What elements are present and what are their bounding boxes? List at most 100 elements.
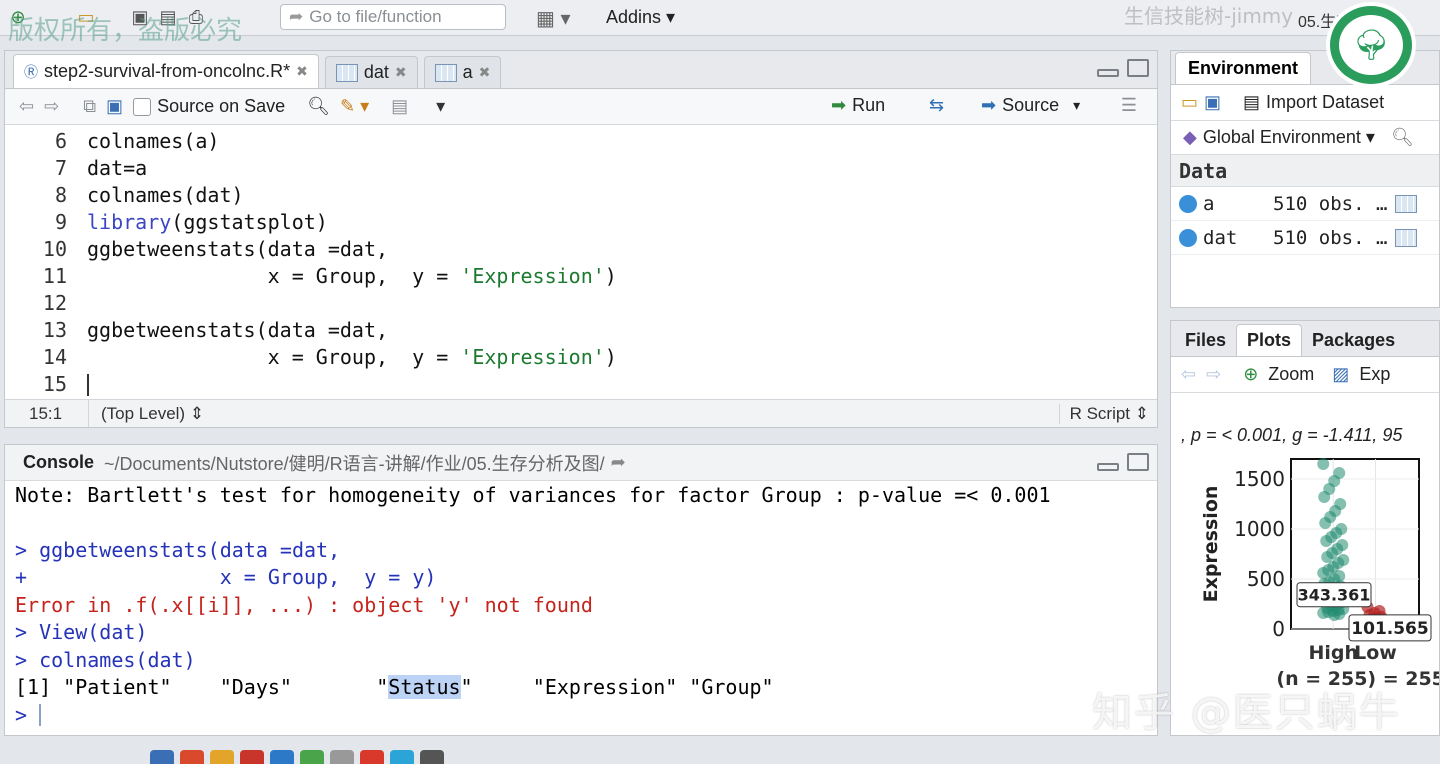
prev-plot-icon[interactable]: ⇦ [1181, 364, 1196, 385]
env-row[interactable]: a 510 obs. … [1171, 187, 1439, 221]
line-number: 9 [54, 209, 67, 234]
editor-toolbar: ⇦ ⇨ ⧉ ▣ Source on Save 🔍︎ ✎ ▾ ▤ ▾ ➡ Run … [5, 89, 1157, 125]
dock-app-icon[interactable] [420, 750, 444, 764]
expand-icon[interactable] [1179, 194, 1197, 213]
console-line: [1] "Patient" "Days" " Status " "Expressio… [15, 675, 774, 700]
code-tools-wand-icon[interactable]: ✎ ▾ [340, 96, 369, 117]
compile-report-icon[interactable]: ▤ [391, 96, 408, 117]
tab-plots[interactable]: Plots [1236, 324, 1303, 356]
open-project-icon[interactable]: ▭ [72, 6, 100, 30]
code-line[interactable]: 15 [5, 370, 1157, 397]
console-line: + x = Group, y = y) [15, 565, 437, 590]
view-table-icon[interactable] [1395, 228, 1418, 247]
r-environment-icon: ◆ [1183, 127, 1197, 147]
run-button[interactable]: ➡ Run [831, 95, 885, 116]
goto-placeholder: Go to file/function [309, 7, 442, 26]
close-icon[interactable]: ✖ [395, 64, 407, 81]
code-area[interactable]: 6 colnames(a) 7 dat=a 8 colnames(dat) 9 library… [5, 127, 1157, 399]
mean-label-high: 343.361 [1298, 586, 1371, 605]
maximize-icon[interactable] [1127, 59, 1149, 77]
more-options-icon[interactable]: ▾ [436, 96, 445, 117]
tab-a[interactable]: a ✖ [423, 56, 502, 88]
dock-app-icon[interactable] [390, 750, 414, 764]
env-section-data: Data [1171, 155, 1439, 187]
tab-step2-script[interactable]: Ⓡ step2-survival-from-oncolnc.R* ✖ [13, 54, 319, 88]
y-tick-label: 1500 [1234, 467, 1285, 491]
file-type-selector[interactable]: R Script ⇕ [1058, 404, 1149, 424]
tab-label: a [462, 62, 473, 82]
console-window-controls [1097, 453, 1149, 471]
maximize-icon[interactable] [1127, 453, 1149, 471]
code-line[interactable]: 14 x = Group, y = 'Expression') [5, 343, 1157, 370]
rstudio-window: ⊕ ▭ ▣ ▤ ⎙ ➦ Go to file/function ▦ ▾ Addi… [0, 0, 1440, 764]
zoom-button[interactable]: Zoom [1268, 364, 1314, 385]
source-on-save-checkbox[interactable] [133, 97, 152, 116]
code-line[interactable]: 9 library(ggstatsplot) [5, 208, 1157, 235]
global-environment-dropdown[interactable]: Global Environment ▾ [1203, 127, 1375, 148]
dock-app-icon[interactable] [330, 750, 354, 764]
minimize-icon[interactable] [1097, 69, 1119, 77]
console-pane: Console ~/Documents/Nutstore/健明/R语言-讲解/作… [4, 444, 1158, 736]
code-line[interactable]: 7 dat=a [5, 154, 1157, 181]
console-output[interactable]: Note: Bartlett's test for homogeneity of… [5, 481, 1157, 729]
cursor-position: 15:1 [5, 400, 89, 427]
scope-indicator[interactable]: (Top Level) ⇕ [89, 404, 204, 424]
view-table-icon[interactable] [1395, 194, 1418, 213]
code-text: colnames(dat) [87, 182, 244, 207]
tab-files[interactable]: Files [1175, 324, 1236, 356]
save-all-icon[interactable]: ▤ [154, 6, 182, 30]
code-line[interactable]: 6 colnames(a) [5, 127, 1157, 154]
print-icon[interactable]: ⎙ [182, 6, 210, 30]
load-workspace-icon[interactable]: ▭ [1181, 92, 1198, 113]
code-line[interactable]: 11 x = Group, y = 'Expression') [5, 262, 1157, 289]
forward-arrow-icon[interactable]: ⇨ [44, 96, 59, 117]
source-button[interactable]: ➡ Source ▾ [981, 95, 1080, 116]
back-arrow-icon[interactable]: ⇦ [19, 96, 34, 117]
watermark-top: 生信技能树-jimmy [1124, 4, 1294, 28]
dock-app-icon[interactable] [240, 750, 264, 764]
goto-file-input[interactable]: ➦ Go to file/function [280, 4, 506, 30]
search-icon[interactable]: 🔍︎ [1391, 127, 1414, 148]
env-row[interactable]: dat 510 obs. … [1171, 221, 1439, 255]
close-icon[interactable]: ✖ [479, 64, 491, 81]
minimize-icon[interactable] [1097, 463, 1119, 471]
dock-app-icon[interactable] [360, 750, 384, 764]
console-line: Error in .f(.x[[i]], ...) : object 'y' n… [15, 592, 593, 617]
import-dataset-icon[interactable]: ▤ [1243, 92, 1260, 113]
workspace-panes-icon[interactable]: ▦ ▾ [536, 6, 571, 31]
dock-app-icon[interactable] [210, 750, 234, 764]
dock-app-icon[interactable] [150, 750, 174, 764]
dock-app-icon[interactable] [300, 750, 324, 764]
code-text: colnames(a) [87, 128, 220, 153]
addins-menu[interactable]: Addins ▾ [606, 7, 675, 28]
export-button[interactable]: Exp [1359, 364, 1390, 385]
save-workspace-icon[interactable]: ▣ [1204, 92, 1221, 113]
import-dataset-button[interactable]: Import Dataset [1266, 92, 1384, 113]
console-line: > colnames(dat) [15, 647, 196, 672]
next-plot-icon[interactable]: ⇨ [1206, 364, 1221, 385]
editor-tabs: Ⓡ step2-survival-from-oncolnc.R* ✖ dat ✖… [5, 51, 1157, 89]
code-line[interactable]: 8 colnames(dat) [5, 181, 1157, 208]
code-text: library(ggstatsplot) [87, 209, 328, 234]
save-icon[interactable]: ▣ [106, 96, 123, 117]
new-file-icon[interactable]: ⊕ [4, 6, 32, 30]
search-icon[interactable]: 🔍︎ [307, 96, 330, 117]
export-icon[interactable]: ▨ [1332, 364, 1349, 385]
zoom-icon[interactable]: ⊕ [1243, 364, 1258, 385]
save-icon[interactable]: ▣ [126, 6, 154, 30]
dock-app-icon[interactable] [180, 750, 204, 764]
tab-dat[interactable]: dat ✖ [324, 56, 418, 88]
code-line[interactable]: 12 [5, 289, 1157, 316]
data-point-high [1319, 517, 1332, 529]
rerun-icon[interactable]: ⇆ [929, 95, 944, 116]
close-icon[interactable]: ✖ [296, 63, 308, 80]
tab-packages[interactable]: Packages [1302, 324, 1405, 356]
code-line[interactable]: 13 ggbetweenstats(data =dat, [5, 316, 1157, 343]
expand-icon[interactable] [1179, 228, 1197, 247]
go-to-directory-icon[interactable]: ➦ [611, 452, 626, 473]
code-line[interactable]: 10 ggbetweenstats(data =dat, [5, 235, 1157, 262]
tab-environment[interactable]: Environment [1175, 52, 1312, 84]
show-in-window-icon[interactable]: ⧉ [83, 96, 96, 117]
document-outline-icon[interactable]: ☰ [1121, 95, 1137, 116]
dock-app-icon[interactable] [270, 750, 294, 764]
